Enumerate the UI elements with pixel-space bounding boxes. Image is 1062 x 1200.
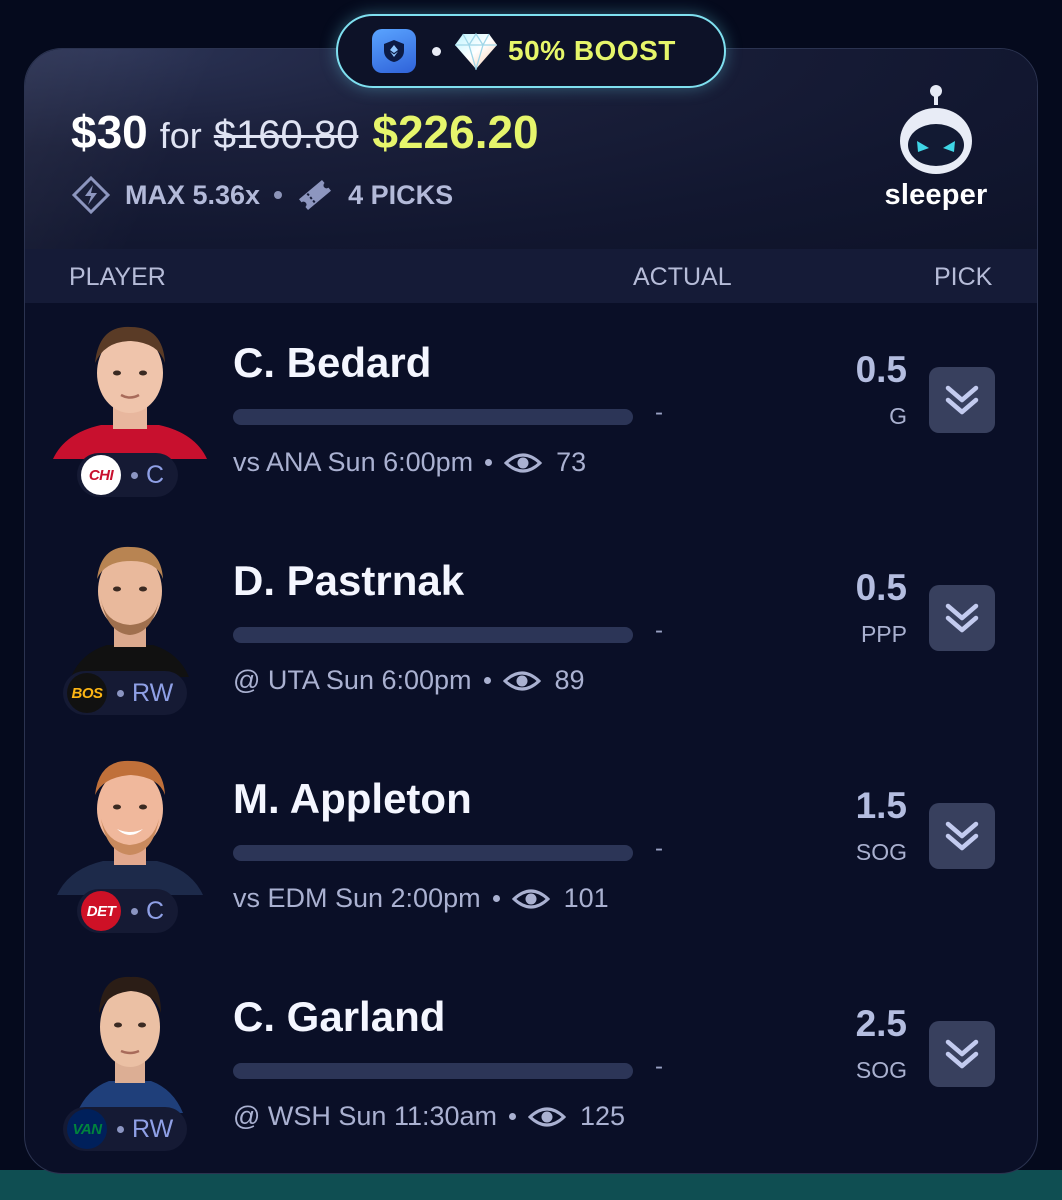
- bottom-strip: [0, 1170, 1062, 1200]
- actual-value: -: [655, 399, 663, 426]
- player-row[interactable]: VAN RW C. Garland - @ WSH Sun 11:30am 12…: [25, 957, 1037, 1173]
- stake-amount: $30: [71, 106, 148, 158]
- stat-type: SOG: [855, 1057, 907, 1083]
- stat-progress-bar: [233, 409, 633, 425]
- pick-dropdown-button[interactable]: [929, 367, 995, 433]
- column-header: PLAYER ACTUAL PICK: [25, 249, 1037, 303]
- player-headshot: [47, 315, 213, 459]
- team-logo: BOS: [67, 673, 107, 713]
- view-count: 89: [554, 665, 585, 695]
- projection-line: 1.5: [855, 785, 907, 826]
- max-multiplier: MAX 5.36x: [125, 179, 261, 210]
- entry-meta: MAX 5.36x 4 PICKS: [71, 175, 453, 215]
- sleeper-logo: sleeper: [871, 83, 1001, 223]
- for-text: for: [159, 115, 202, 156]
- player-position: C: [146, 896, 165, 925]
- original-payout: $160.80: [213, 113, 359, 157]
- multiplier-icon: [71, 175, 111, 215]
- stat-type: PPP: [860, 621, 907, 647]
- chevron-double-down-icon: [945, 1039, 979, 1069]
- stat-progress-bar: [233, 845, 633, 861]
- picks-count: 4 PICKS: [348, 179, 454, 210]
- actual-value: -: [655, 1053, 663, 1080]
- pick-dropdown-button[interactable]: [929, 585, 995, 651]
- game-info: vs ANA Sun 6:00pm 73: [233, 447, 586, 478]
- player-headshot: [47, 751, 213, 895]
- player-headshot: [47, 969, 213, 1113]
- stat-type: G: [889, 403, 907, 429]
- separator-dot: [492, 895, 500, 902]
- separator-dot: [274, 191, 283, 199]
- payout-summary: $30 for $160.80 $226.20: [71, 105, 539, 159]
- view-count: 101: [563, 883, 609, 913]
- separator-dot: [432, 46, 441, 56]
- eye-icon: [504, 451, 543, 475]
- player-row[interactable]: CHI C C. Bedard - vs ANA Sun 6:00pm 73 0…: [25, 303, 1037, 521]
- game-info: @ WSH Sun 11:30am 125: [233, 1101, 625, 1132]
- team-logo: VAN: [67, 1109, 107, 1149]
- team-position-badge: DET C: [77, 889, 179, 933]
- team-position-badge: VAN RW: [63, 1107, 188, 1151]
- pick-dropdown-button[interactable]: [929, 803, 995, 869]
- stat-progress-bar: [233, 627, 633, 643]
- player-name: C. Bedard: [233, 339, 432, 386]
- eye-icon: [511, 887, 550, 911]
- separator-dot: [485, 459, 493, 466]
- team-position-badge: CHI C: [77, 453, 179, 497]
- column-player: PLAYER: [69, 263, 166, 291]
- player-row[interactable]: BOS RW D. Pastrnak - @ UTA Sun 6:00pm 89…: [25, 521, 1037, 739]
- eye-icon: [528, 1105, 567, 1129]
- team-logo: DET: [81, 891, 121, 931]
- projection-line: 0.5: [855, 349, 907, 390]
- chevron-double-down-icon: [945, 603, 979, 633]
- separator-dot: [483, 677, 491, 684]
- player-name: M. Appleton: [233, 775, 472, 822]
- game-info: @ UTA Sun 6:00pm 89: [233, 665, 585, 696]
- entry-card: $30 for $160.80 $226.20 MAX 5.36x 4 PICK…: [24, 48, 1038, 1174]
- shield-icon: [372, 29, 416, 73]
- player-position: RW: [132, 1114, 174, 1143]
- column-actual: ACTUAL: [633, 263, 732, 291]
- boost-label: 50% BOOST: [508, 35, 676, 66]
- diamond-icon: [454, 31, 498, 71]
- projection-line: 2.5: [855, 1003, 907, 1044]
- view-count: 73: [556, 447, 587, 477]
- team-logo: CHI: [81, 455, 121, 495]
- separator-dot: [131, 907, 138, 915]
- team-position-badge: BOS RW: [63, 671, 188, 715]
- player-position: C: [146, 460, 165, 489]
- matchup-time: @ UTA Sun 6:00pm: [233, 665, 472, 695]
- player-row[interactable]: DET C M. Appleton - vs EDM Sun 2:00pm 10…: [25, 739, 1037, 957]
- separator-dot: [509, 1113, 517, 1120]
- matchup-time: @ WSH Sun 11:30am: [233, 1101, 498, 1131]
- separator-dot: [117, 1125, 124, 1133]
- player-list: CHI C C. Bedard - vs ANA Sun 6:00pm 73 0…: [25, 303, 1037, 1173]
- pick-dropdown-button[interactable]: [929, 1021, 995, 1087]
- chevron-double-down-icon: [945, 821, 979, 851]
- eye-icon: [502, 669, 541, 693]
- ticket-icon: [296, 176, 334, 214]
- view-count: 125: [580, 1101, 626, 1131]
- player-name: C. Garland: [233, 993, 446, 1040]
- actual-value: -: [655, 617, 663, 644]
- separator-dot: [131, 471, 138, 479]
- boost-banner: 50% BOOST: [336, 14, 726, 88]
- actual-value: -: [655, 835, 663, 862]
- boosted-payout: $226.20: [372, 106, 539, 158]
- matchup-time: vs ANA Sun 6:00pm: [233, 447, 474, 477]
- chevron-double-down-icon: [945, 385, 979, 415]
- player-name: D. Pastrnak: [233, 557, 465, 604]
- stat-type: SOG: [855, 839, 907, 865]
- player-headshot: [47, 533, 213, 677]
- brand-name: sleeper: [884, 179, 988, 211]
- stat-progress-bar: [233, 1063, 633, 1079]
- separator-dot: [117, 689, 124, 697]
- matchup-time: vs EDM Sun 2:00pm: [233, 883, 481, 913]
- player-position: RW: [132, 678, 174, 707]
- projection-line: 0.5: [855, 567, 907, 608]
- game-info: vs EDM Sun 2:00pm 101: [233, 883, 609, 914]
- robot-icon: [900, 85, 972, 174]
- column-pick: PICK: [934, 263, 993, 291]
